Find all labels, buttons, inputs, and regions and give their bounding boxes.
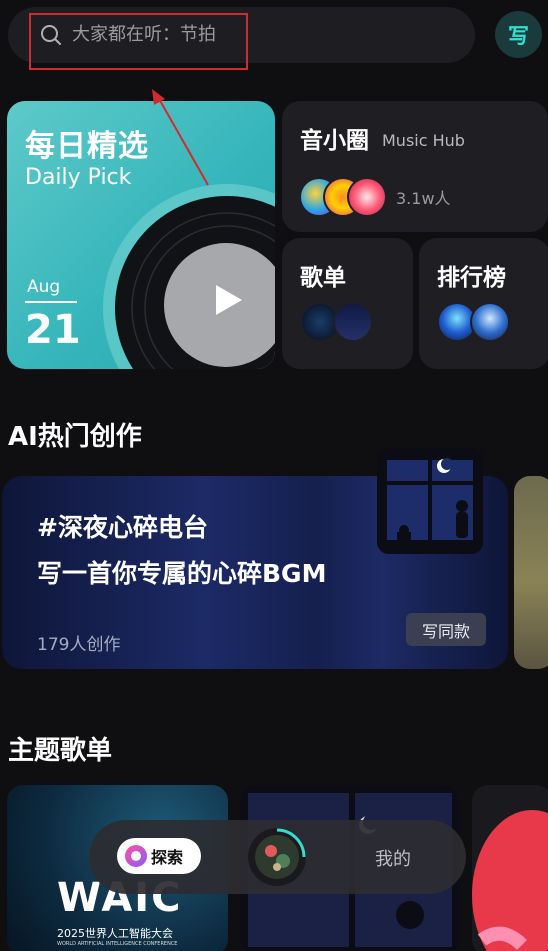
daily-pick-card[interactable]: 每日精选 Daily Pick Aug 21 <box>7 101 275 369</box>
playlist-card[interactable]: 歌单 <box>282 238 413 369</box>
date-month: Aug <box>27 277 61 297</box>
daily-pick-title: 每日精选 <box>25 129 149 164</box>
explore-icon <box>125 845 147 867</box>
avatar <box>333 302 373 342</box>
bottom-nav: 探索 我的 <box>89 820 466 894</box>
music-hub-title: 音小圈 <box>300 128 369 154</box>
next-ai-card[interactable] <box>514 476 548 669</box>
avatar <box>470 302 510 342</box>
date-divider <box>25 301 77 303</box>
night-window-image <box>377 448 483 554</box>
search-icon <box>41 25 61 45</box>
member-count: 3.1w人 <box>396 189 451 208</box>
nav-mine-tab[interactable]: 我的 <box>375 845 411 871</box>
music-hub-subtitle: Music Hub <box>382 131 465 150</box>
ai-section-title: AI热门创作 <box>8 422 142 452</box>
search-input[interactable]: 大家都在听：节拍 <box>72 24 216 46</box>
write-same-button[interactable]: 写同款 <box>406 613 486 646</box>
music-hub-card[interactable]: 音小圈 Music Hub 3.1w人 <box>282 101 548 232</box>
waic-caption-en: WORLD ARTIFICIAL INTELLIGENCE CONFERENCE <box>57 941 178 947</box>
theme-section-title: 主题歌单 <box>8 736 113 766</box>
ai-card-description: 写一首你专属的心碎BGM <box>37 559 327 588</box>
daily-pick-subtitle: Daily Pick <box>25 165 132 190</box>
avatar <box>347 177 387 217</box>
ai-card-tag: #深夜心碎电台 <box>37 513 208 542</box>
nav-explore-label: 探索 <box>151 848 184 867</box>
theme-playlist-card[interactable] <box>472 785 548 951</box>
nav-explore-tab[interactable]: 探索 <box>117 838 201 874</box>
ranking-card[interactable]: 排行榜 <box>419 238 548 369</box>
write-button[interactable]: 写 <box>495 11 542 58</box>
waic-caption: 2025世界人工智能大会 <box>57 927 173 940</box>
now-playing-button[interactable] <box>247 827 307 887</box>
play-icon <box>216 285 242 315</box>
playlist-title: 歌单 <box>300 265 346 291</box>
date-day: 21 <box>25 307 81 353</box>
cartoon-image <box>472 785 548 951</box>
ranking-title: 排行榜 <box>437 265 506 291</box>
creator-count: 179人创作 <box>37 635 121 655</box>
